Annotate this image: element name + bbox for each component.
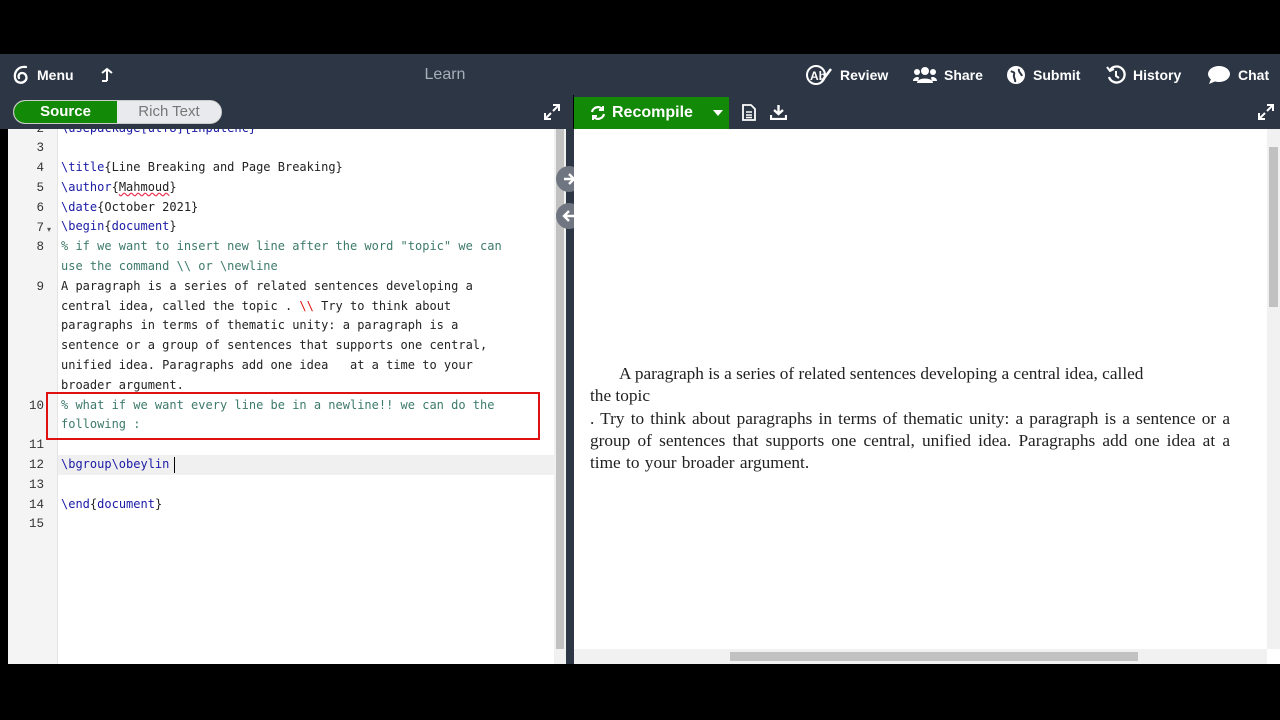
line-number: 7 (36, 221, 44, 235)
code-line-12: \bgroup\obeylin (61, 457, 170, 471)
line-number: 12 (28, 458, 44, 472)
line-number: 13 (28, 478, 44, 492)
recompile-label: Recompile (612, 104, 693, 121)
expand-icon (544, 104, 560, 120)
line-number: 5 (36, 181, 44, 195)
line-number: 2 (36, 129, 44, 136)
code-line-4: \title{Line Breaking and Page Breaking} (61, 158, 343, 178)
code-line-14: \end{document} (61, 495, 162, 515)
line-number: 9 (36, 280, 44, 294)
code-text: Try to think about (313, 299, 452, 313)
code-env: document (111, 219, 170, 233)
submit-label: Submit (1033, 66, 1081, 83)
code-brace: } (169, 219, 177, 233)
history-label: History (1133, 66, 1182, 83)
recompile-options-dropdown[interactable] (706, 97, 729, 129)
file-icon (742, 104, 756, 121)
code-line-9d: sentence or a group of sentences that su… (61, 338, 488, 352)
code-command: \title (61, 160, 105, 174)
code-argument: {October 2021} (97, 200, 199, 214)
share-button[interactable]: Share (913, 54, 983, 95)
chat-icon (1208, 65, 1230, 84)
code-line-9e: unified idea. Paragraphs add one idea at… (61, 358, 473, 372)
review-label: Review (840, 66, 889, 83)
code-command: \begin (61, 219, 105, 233)
logs-button[interactable] (742, 104, 756, 126)
review-icon: Ab (806, 64, 832, 85)
history-icon (1106, 64, 1126, 84)
code-text: central idea, called the topic . (61, 299, 300, 313)
code-line-9a: A paragraph is a series of related sente… (61, 279, 473, 293)
code-line-7: \begin{document} (61, 217, 177, 237)
text-caret (174, 457, 175, 473)
pdf-vertical-scrollbar[interactable] (1267, 129, 1280, 649)
pdf-header: Recompile (574, 95, 1280, 129)
pdf-preview[interactable]: A paragraph is a series of related sente… (574, 129, 1280, 664)
download-pdf-button[interactable] (769, 104, 788, 125)
share-label: Share (944, 66, 983, 83)
chat-label: Chat (1238, 66, 1270, 83)
pdf-line: A paragraph is a series of related sente… (619, 364, 1144, 383)
line-number: 14 (28, 498, 44, 512)
code-line-9b: central idea, called the topic . \\ Try … (61, 297, 451, 317)
line-number: 3 (36, 141, 44, 155)
code-env: document (97, 497, 155, 511)
pdf-line: the topic (590, 386, 650, 406)
pdf-horizontal-scrollbar[interactable] (574, 649, 1267, 664)
pdf-expand-button[interactable] (1258, 104, 1274, 125)
line-number: 8 (36, 240, 44, 254)
code-brace: } (169, 180, 177, 194)
code-line-9c: paragraphs in terms of thematic unity: a… (61, 318, 459, 332)
editor-expand-button[interactable] (544, 104, 560, 125)
history-button[interactable]: History (1106, 54, 1181, 95)
top-toolbar: Menu Learn Ab Review Share Submit Histor… (0, 54, 1280, 95)
line-number: 15 (28, 517, 44, 531)
editor-mode-toggle: Source Rich Text (13, 100, 222, 124)
highlight-annotation-box (46, 392, 540, 440)
download-icon (769, 105, 788, 121)
refresh-icon (590, 106, 606, 120)
fold-arrow-icon[interactable]: ▾ (47, 225, 51, 234)
code-line-6: \date{October 2021} (61, 198, 198, 218)
pdf-paragraph: A paragraph is a series of related sente… (590, 363, 1230, 474)
caret-down-icon (712, 110, 723, 116)
recompile-button[interactable]: Recompile (574, 97, 729, 129)
source-mode-button[interactable]: Source (14, 101, 117, 123)
chat-button[interactable]: Chat (1207, 54, 1269, 95)
code-command: \date (61, 200, 98, 214)
code-line-8b: use the command \\ or \newline (61, 259, 278, 273)
code-brace: } (154, 497, 163, 511)
code-command: \author (61, 180, 112, 194)
rich-text-mode-button[interactable]: Rich Text (117, 101, 221, 123)
pdf-horizontal-scroll-thumb[interactable] (730, 652, 1138, 661)
pdf-line: . Try to think about paragraphs in terms… (590, 408, 1230, 473)
expand-icon (1258, 104, 1274, 120)
code-line-8a: % if we want to insert new line after th… (61, 239, 502, 253)
spellcheck-word[interactable]: Mahmoud (119, 180, 170, 194)
line-number: 6 (36, 201, 44, 215)
code-argument: {Line Breaking and Page Breaking} (104, 160, 343, 174)
editor-header: Source Rich Text (0, 95, 573, 129)
users-icon (913, 66, 937, 83)
globe-icon (1007, 65, 1025, 84)
project-title: Learn (424, 66, 466, 83)
code-line-5: \author{Mahmoud} (61, 178, 177, 198)
line-number: 11 (28, 438, 44, 452)
review-button[interactable]: Ab Review (806, 54, 888, 95)
code-command: \end (61, 497, 90, 511)
line-number: 10 (28, 399, 44, 413)
code-command: \\ (299, 299, 314, 313)
line-number: 4 (36, 161, 44, 175)
submit-button[interactable]: Submit (1006, 54, 1080, 95)
code-line-2: \usepackage[utf8]{inputenc} (61, 129, 256, 139)
pdf-vertical-scroll-thumb[interactable] (1269, 147, 1278, 307)
code-brace: { (111, 180, 119, 194)
code-brace: { (104, 219, 112, 233)
